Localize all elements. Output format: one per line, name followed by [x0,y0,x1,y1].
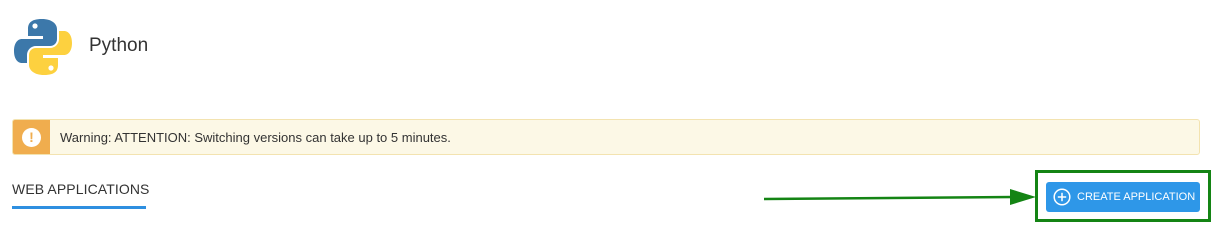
warning-text: Warning: ATTENTION: Switching versions c… [60,129,451,145]
tab-web-applications[interactable]: WEB APPLICATIONS [12,181,149,209]
warning-alert: ! Warning: ATTENTION: Switching versions… [12,119,1200,155]
plus-circle-icon [1053,188,1071,206]
create-application-label: CREATE APPLICATION [1077,191,1196,203]
python-logo-icon [14,19,72,75]
arrow-right-icon [763,189,1036,205]
warning-icon-box: ! [13,120,50,154]
exclamation-icon: ! [22,127,41,147]
page-title: Python [89,35,149,56]
create-application-button[interactable]: CREATE APPLICATION [1046,182,1200,212]
